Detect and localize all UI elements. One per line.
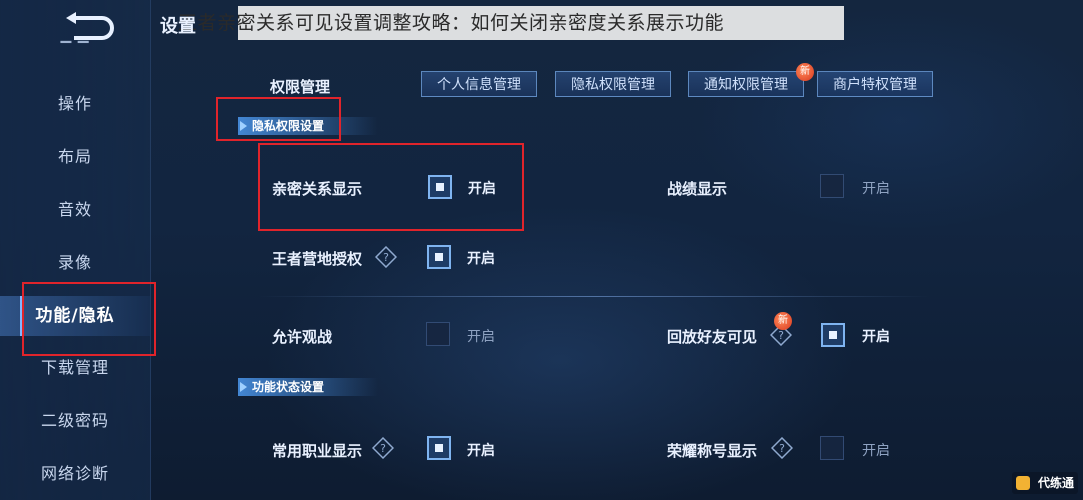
camp-auth-checkbox[interactable] [427, 245, 451, 269]
back-arrow-icon[interactable] [62, 10, 118, 42]
allow-spectate-state: 开启 [467, 329, 495, 345]
allow-spectate-label: 允许观战 [272, 328, 333, 346]
allow-spectate-checkbox[interactable] [426, 322, 450, 346]
camp-auth-state: 开启 [467, 251, 495, 267]
caption-text: 王者亲密关系可见设置调整攻略：如何关闭亲密度关系展示功能 [178, 12, 725, 34]
settings-screen: ▔ ▔ 操作 布局 音效 录像 功能/隐私 下载管理 二级密码 网络诊断 设置 … [0, 0, 1083, 500]
new-badge-replay: 新 [774, 312, 792, 330]
watermark-logo: 代练通 [1012, 472, 1078, 494]
help-icon[interactable]: ? [375, 246, 397, 268]
honor-title-checkbox[interactable] [820, 436, 844, 460]
sidebar-item-partial[interactable]: ▔ ▔ [0, 40, 150, 60]
sidebar-item-layout[interactable]: 布局 [0, 137, 150, 177]
permission-label: 权限管理 [270, 78, 331, 96]
merchant-privilege-button[interactable]: 商户特权管理 [817, 71, 933, 97]
page-title: 设置 [160, 16, 196, 37]
new-badge: 新 [796, 63, 814, 81]
privacy-permission-button[interactable]: 隐私权限管理 [555, 71, 671, 97]
sidebar-item-network-diagnosis[interactable]: 网络诊断 [0, 454, 150, 494]
sidebar-item-sound[interactable]: 音效 [0, 190, 150, 230]
record-display-checkbox[interactable] [820, 174, 844, 198]
help-icon[interactable]: ? [372, 437, 394, 459]
honor-title-label: 荣耀称号显示 [667, 442, 758, 460]
record-display-state: 开启 [862, 181, 890, 197]
logo-mark-icon [1016, 476, 1030, 490]
personal-info-button[interactable]: 个人信息管理 [421, 71, 537, 97]
svg-text:?: ? [779, 442, 785, 455]
record-display-label: 战绩显示 [667, 180, 728, 198]
settings-sidebar: ▔ ▔ 操作 布局 音效 录像 功能/隐私 下载管理 二级密码 网络诊断 [0, 0, 151, 500]
svg-text:?: ? [383, 251, 389, 264]
help-icon[interactable]: ? [771, 437, 793, 459]
highlight-privacy-header [216, 97, 341, 141]
svg-text:?: ? [778, 329, 784, 342]
job-display-checkbox[interactable] [427, 436, 451, 460]
sidebar-item-operation[interactable]: 操作 [0, 84, 150, 124]
sidebar-item-replay[interactable]: 录像 [0, 243, 150, 283]
job-display-state: 开启 [467, 443, 495, 459]
section-function-header: 功能状态设置 [238, 378, 378, 396]
highlight-function-privacy [22, 282, 156, 356]
notification-permission-button[interactable]: 通知权限管理 [688, 71, 804, 97]
article-caption: 王者亲密关系可见设置调整攻略：如何关闭亲密度关系展示功能 [178, 6, 844, 40]
job-display-label: 常用职业显示 [272, 442, 363, 460]
watermark-text: 代练通 [1037, 476, 1074, 490]
sidebar-item-second-password[interactable]: 二级密码 [0, 401, 150, 441]
replay-friends-label: 回放好友可见 [667, 328, 758, 346]
section-divider [258, 296, 930, 297]
svg-text:?: ? [380, 442, 386, 455]
replay-friends-state: 开启 [862, 329, 890, 345]
replay-friends-checkbox[interactable] [821, 323, 845, 347]
highlight-intimacy-display [258, 143, 524, 231]
honor-title-state: 开启 [862, 443, 890, 459]
camp-auth-label: 王者营地授权 [272, 250, 363, 268]
